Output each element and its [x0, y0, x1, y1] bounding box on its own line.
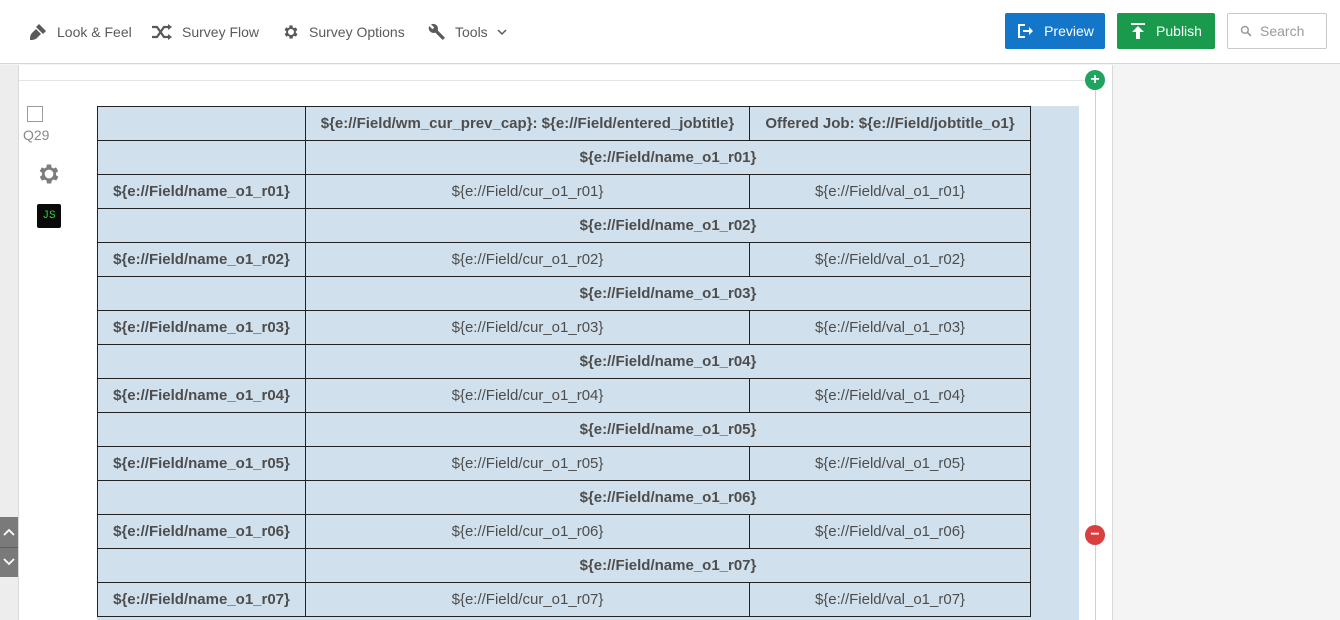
group-header-row: ${e://Field/name_o1_r06} — [97, 480, 1031, 515]
add-question-button[interactable]: + — [1085, 70, 1105, 90]
group-header-cell: ${e://Field/name_o1_r02} — [305, 208, 1031, 243]
group-header-row: ${e://Field/name_o1_r02} — [97, 208, 1031, 243]
matrix-table: ${e://Field/wm_cur_prev_cap}: ${e://Fiel… — [97, 106, 1031, 617]
search-box[interactable] — [1227, 13, 1327, 49]
group-header-cell: ${e://Field/name_o1_r01} — [305, 140, 1031, 175]
publish-button[interactable]: Publish — [1117, 13, 1215, 49]
scroll-up-button[interactable] — [0, 517, 18, 548]
offered-value-cell: ${e://Field/val_o1_r03} — [749, 310, 1031, 345]
empty-cell — [97, 276, 306, 311]
header-cell: Offered Job: ${e://Field/jobtitle_o1} — [749, 106, 1031, 141]
survey-flow-label: Survey Flow — [182, 24, 260, 40]
offered-value-cell: ${e://Field/val_o1_r01} — [749, 174, 1031, 209]
current-value-cell: ${e://Field/cur_o1_r04} — [305, 378, 750, 413]
header-cell — [97, 106, 306, 141]
question-number: Q29 — [23, 127, 50, 143]
table-row: ${e://Field/name_o1_r03} ${e://Field/cur_… — [97, 310, 1031, 345]
empty-cell — [97, 548, 306, 583]
table-row: ${e://Field/name_o1_r04} ${e://Field/cur_… — [97, 378, 1031, 413]
header-cell: ${e://Field/wm_cur_prev_cap}: ${e://Fiel… — [305, 106, 750, 141]
preview-label: Preview — [1044, 23, 1094, 39]
group-header-row: ${e://Field/name_o1_r04} — [97, 344, 1031, 379]
question-select-checkbox[interactable] — [27, 106, 43, 122]
offered-value-cell: ${e://Field/val_o1_r02} — [749, 242, 1031, 277]
group-header-row: ${e://Field/name_o1_r05} — [97, 412, 1031, 447]
group-header-cell: ${e://Field/name_o1_r03} — [305, 276, 1031, 311]
current-value-cell: ${e://Field/cur_o1_r06} — [305, 514, 750, 549]
group-header-cell: ${e://Field/name_o1_r05} — [305, 412, 1031, 447]
survey-flow-menu[interactable]: Survey Flow — [151, 21, 259, 43]
paintbrush-icon — [30, 24, 46, 40]
row-label-cell: ${e://Field/name_o1_r07} — [97, 582, 306, 617]
chevron-up-icon — [3, 528, 15, 536]
tools-menu[interactable]: Tools — [428, 21, 507, 43]
publish-label: Publish — [1156, 23, 1202, 39]
current-value-cell: ${e://Field/cur_o1_r05} — [305, 446, 750, 481]
table-row: ${e://Field/name_o1_r05} ${e://Field/cur_… — [97, 446, 1031, 481]
offered-value-cell: ${e://Field/val_o1_r04} — [749, 378, 1031, 413]
remove-question-button[interactable]: − — [1085, 525, 1105, 545]
tools-label: Tools — [455, 24, 488, 40]
wrench-icon — [428, 23, 445, 40]
row-label-cell: ${e://Field/name_o1_r04} — [97, 378, 306, 413]
empty-cell — [97, 140, 306, 175]
empty-cell — [97, 412, 306, 447]
table-row: ${e://Field/name_o1_r02} ${e://Field/cur_… — [97, 242, 1031, 277]
row-label-cell: ${e://Field/name_o1_r01} — [97, 174, 306, 209]
shuffle-icon — [152, 24, 172, 40]
question-settings-gear-icon[interactable] — [36, 161, 62, 192]
table-row: ${e://Field/name_o1_r01} ${e://Field/cur_… — [97, 174, 1031, 209]
js-badge-label: JS — [42, 210, 56, 222]
row-label-cell: ${e://Field/name_o1_r05} — [97, 446, 306, 481]
table-row: ${e://Field/name_o1_r07} ${e://Field/cur_… — [97, 582, 1031, 617]
group-header-cell: ${e://Field/name_o1_r04} — [305, 344, 1031, 379]
scroll-control — [0, 517, 18, 577]
survey-options-menu[interactable]: Survey Options — [282, 21, 405, 43]
gear-icon — [284, 25, 298, 39]
current-value-cell: ${e://Field/cur_o1_r03} — [305, 310, 750, 345]
javascript-badge-icon[interactable]: JS — [37, 204, 61, 228]
plus-icon: + — [1090, 71, 1100, 88]
search-icon — [1240, 25, 1252, 37]
offered-value-cell: ${e://Field/val_o1_r07} — [749, 582, 1031, 617]
current-value-cell: ${e://Field/cur_o1_r01} — [305, 174, 750, 209]
publish-upload-icon — [1131, 23, 1146, 39]
row-label-cell: ${e://Field/name_o1_r02} — [97, 242, 306, 277]
question-body[interactable]: ${e://Field/wm_cur_prev_cap}: ${e://Fiel… — [97, 106, 1079, 620]
group-header-row: ${e://Field/name_o1_r01} — [97, 140, 1031, 175]
empty-cell — [97, 480, 306, 515]
search-input[interactable] — [1258, 22, 1326, 40]
group-header-cell: ${e://Field/name_o1_r06} — [305, 480, 1031, 515]
current-value-cell: ${e://Field/cur_o1_r07} — [305, 582, 750, 617]
scroll-down-button[interactable] — [0, 548, 18, 578]
preview-button[interactable]: Preview — [1005, 13, 1105, 49]
offered-value-cell: ${e://Field/val_o1_r06} — [749, 514, 1031, 549]
block-divider — [19, 80, 1096, 81]
chevron-down-icon — [497, 29, 507, 36]
look-and-feel-menu[interactable]: Look & Feel — [28, 21, 132, 43]
table-row: ${e://Field/name_o1_r06} ${e://Field/cur_… — [97, 514, 1031, 549]
offered-value-cell: ${e://Field/val_o1_r05} — [749, 446, 1031, 481]
empty-cell — [97, 344, 306, 379]
group-header-row: ${e://Field/name_o1_r03} — [97, 276, 1031, 311]
group-header-row: ${e://Field/name_o1_r07} — [97, 548, 1031, 583]
top-toolbar: Look & Feel Survey Flow Survey Options T… — [0, 0, 1340, 64]
minus-icon: − — [1090, 526, 1100, 543]
preview-icon — [1018, 24, 1034, 38]
row-label-cell: ${e://Field/name_o1_r03} — [97, 310, 306, 345]
look-and-feel-label: Look & Feel — [57, 24, 132, 40]
table-header-row: ${e://Field/wm_cur_prev_cap}: ${e://Fiel… — [97, 106, 1031, 141]
chevron-down-icon — [3, 558, 15, 566]
current-value-cell: ${e://Field/cur_o1_r02} — [305, 242, 750, 277]
group-header-cell: ${e://Field/name_o1_r07} — [305, 548, 1031, 583]
empty-cell — [97, 208, 306, 243]
survey-options-label: Survey Options — [309, 24, 405, 40]
row-label-cell: ${e://Field/name_o1_r06} — [97, 514, 306, 549]
